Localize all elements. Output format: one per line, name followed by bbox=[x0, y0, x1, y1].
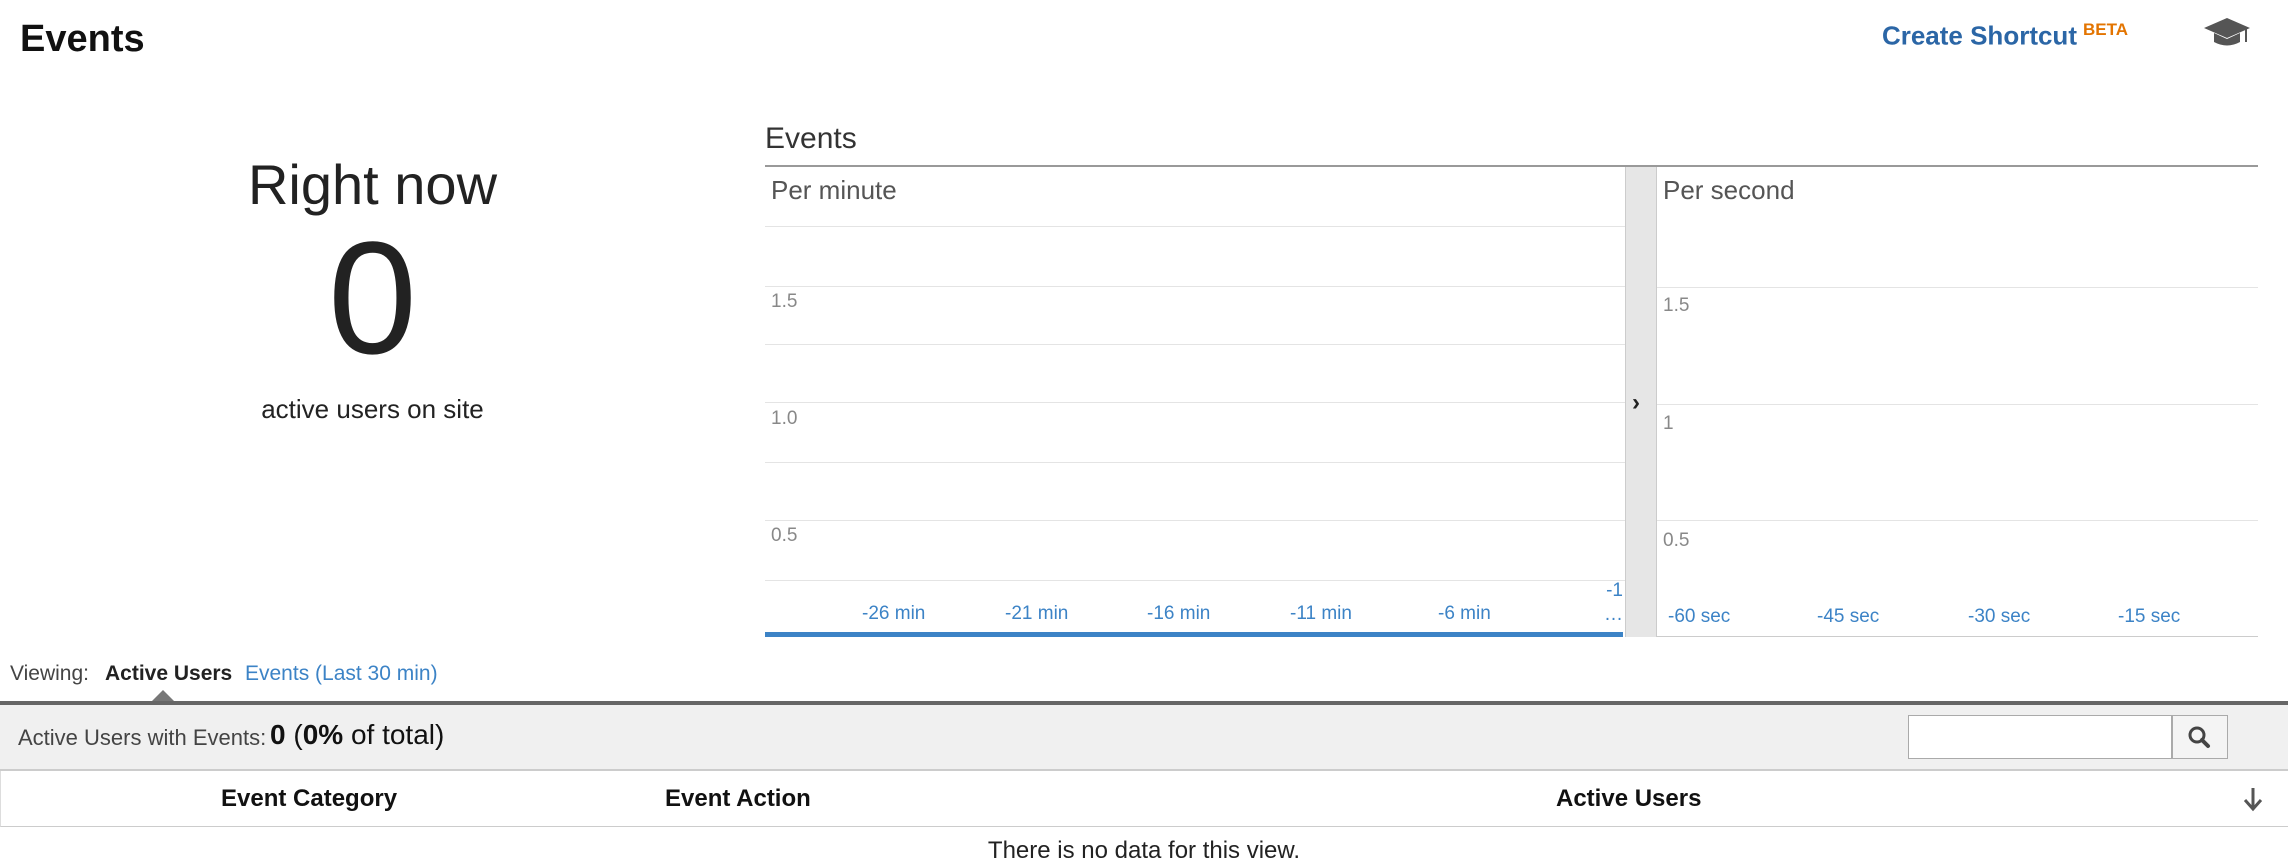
per-second-x-tick: -45 sec bbox=[1817, 606, 1880, 627]
per-second-baseline bbox=[1657, 636, 2258, 637]
per-second-label: Per second bbox=[1663, 175, 1795, 205]
per-minute-gridline bbox=[765, 226, 1625, 227]
per-minute-gridline bbox=[765, 344, 1625, 345]
per-second-gridline bbox=[1657, 520, 2258, 521]
per-minute-y-tick: 1.0 bbox=[771, 408, 798, 429]
per-minute-chart: Per minute 1.5 1.0 0.5 -26 min -21 min -16 mi… bbox=[765, 167, 1625, 637]
empty-table-message: There is no data for this view. bbox=[987, 837, 1301, 864]
per-second-y-tick: 0.5 bbox=[1663, 530, 1690, 551]
per-second-chart: Per second 1.5 1 0.5 -60 sec -45 sec -30 sec -… bbox=[1657, 167, 2258, 637]
events-chart-title: Events bbox=[765, 122, 857, 155]
summary-bar: Active Users with Events: 0 (0% of total… bbox=[0, 701, 2288, 771]
active-users-count: 0 bbox=[328, 208, 417, 387]
per-minute-x-tick: -6 min bbox=[1438, 603, 1491, 624]
per-minute-x-tick: -16 min bbox=[1147, 603, 1211, 624]
column-active-users[interactable]: Active Users bbox=[1556, 785, 1701, 813]
per-second-y-tick: 1 bbox=[1663, 413, 1674, 434]
sort-descending-icon[interactable] bbox=[2240, 785, 2266, 813]
search-button[interactable] bbox=[2172, 715, 2228, 759]
summary-open-paren: ( bbox=[293, 719, 303, 750]
per-second-x-tick: -60 sec bbox=[1668, 606, 1731, 627]
summary-percent: 0% bbox=[302, 719, 344, 750]
per-minute-gridline bbox=[765, 286, 1625, 287]
summary-label: Active Users with Events: bbox=[18, 725, 267, 750]
column-event-category[interactable]: Event Category bbox=[221, 785, 397, 813]
per-minute-selection-bar bbox=[765, 632, 1623, 637]
chart-divider[interactable]: › bbox=[1625, 167, 1657, 637]
tab-events-last-30[interactable]: Events (Last 30 min) bbox=[245, 662, 438, 686]
search-icon[interactable] bbox=[2173, 716, 2227, 758]
active-users-subtitle: active users on site bbox=[261, 394, 484, 424]
per-second-y-tick: 1.5 bbox=[1663, 295, 1690, 316]
per-minute-gridline bbox=[765, 462, 1625, 463]
summary-value: 0 (0% of total) bbox=[270, 719, 444, 751]
summary-count: 0 bbox=[270, 719, 286, 750]
column-event-action[interactable]: Event Action bbox=[665, 785, 811, 813]
graduation-cap-icon[interactable] bbox=[2202, 14, 2252, 50]
per-minute-gridline bbox=[765, 580, 1625, 581]
per-minute-x-tick: -26 min bbox=[862, 603, 926, 624]
beta-badge: BETA bbox=[2082, 20, 2128, 39]
active-tab-caret bbox=[152, 690, 174, 701]
viewing-label: Viewing: bbox=[10, 662, 89, 685]
per-second-gridline bbox=[1657, 287, 2258, 288]
per-minute-x-tick: -21 min bbox=[1005, 603, 1069, 624]
per-minute-y-tick: 1.5 bbox=[771, 291, 798, 312]
create-shortcut-link[interactable]: Create Shortcut BETA bbox=[1882, 20, 2128, 52]
chevron-right-icon[interactable]: › bbox=[1632, 389, 1640, 417]
page-title: Events bbox=[20, 18, 145, 60]
create-shortcut-label[interactable]: Create Shortcut bbox=[1882, 21, 2077, 51]
per-minute-gridline bbox=[765, 520, 1625, 521]
per-second-x-tick: -30 sec bbox=[1968, 606, 2031, 627]
summary-suffix: of total) bbox=[350, 719, 445, 750]
per-minute-x-tick: -11 min bbox=[1290, 603, 1352, 624]
table-header-row: Event Category Event Action Active Users bbox=[0, 771, 2288, 827]
per-minute-y-tick: 0.5 bbox=[771, 525, 798, 546]
per-minute-x-tick: -1… bbox=[1604, 580, 1623, 625]
per-minute-gridline bbox=[765, 402, 1625, 403]
per-second-gridline bbox=[1657, 404, 2258, 405]
per-second-x-tick: -15 sec bbox=[2118, 606, 2181, 627]
search-input[interactable] bbox=[1908, 715, 2172, 759]
per-minute-label: Per minute bbox=[771, 175, 897, 205]
tab-active-users[interactable]: Active Users bbox=[105, 662, 232, 686]
